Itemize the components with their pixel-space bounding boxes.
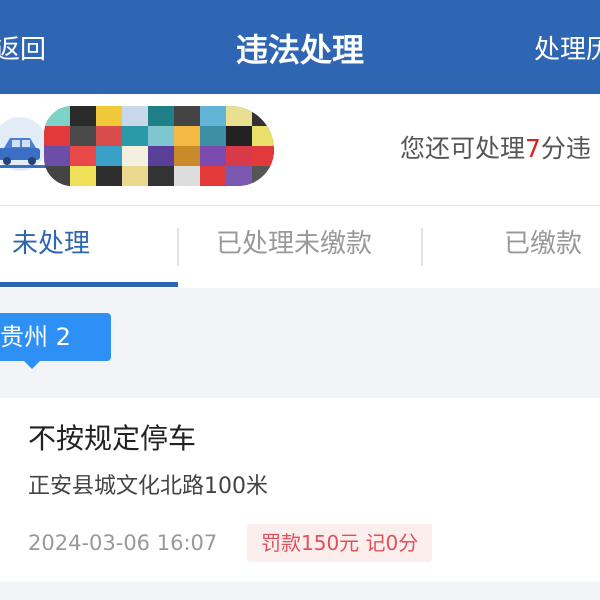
tab-processed-unpaid[interactable]: 已处理未缴款 <box>216 224 372 264</box>
violation-card[interactable]: 不按规定停车 正安县城文化北路100米 2024-03-06 16:07 罚款1… <box>0 398 600 582</box>
page-title: 违法处理 <box>235 31 364 69</box>
remain-suffix: 分违 <box>540 134 591 163</box>
violation-address: 正安县城文化北路100米 <box>28 474 268 499</box>
active-tab-indicator <box>0 282 178 287</box>
mosaic-redaction <box>44 106 274 186</box>
fine-badge: 罚款150元 记0分 <box>247 524 433 562</box>
tab-divider <box>177 228 179 266</box>
tab-paid[interactable]: 已缴款 <box>504 224 582 264</box>
region-filter-tag[interactable]: 贵州 2 <box>0 313 111 369</box>
tab-divider <box>421 228 423 266</box>
license-plate-obscured <box>44 106 274 186</box>
tab-unprocessed[interactable]: 未处理 <box>12 224 90 264</box>
remaining-points-text: 您还可处理7分违 <box>400 132 591 166</box>
remain-count: 7 <box>525 134 541 163</box>
region-label: 贵州 2 <box>0 323 71 351</box>
app-header: 返回 违法处理 处理历 <box>0 0 600 94</box>
remain-prefix: 您还可处理 <box>400 134 526 163</box>
vehicle-info-bar: 您还可处理7分违 <box>0 94 600 206</box>
history-button[interactable]: 处理历 <box>534 30 600 70</box>
car-icon <box>0 117 48 171</box>
status-tabs: 未处理 已处理未缴款 已缴款 <box>0 206 600 288</box>
violation-time: 2024-03-06 16:07 <box>28 531 218 555</box>
tag-pointer-icon <box>24 361 40 369</box>
violation-title: 不按规定停车 <box>28 422 197 455</box>
